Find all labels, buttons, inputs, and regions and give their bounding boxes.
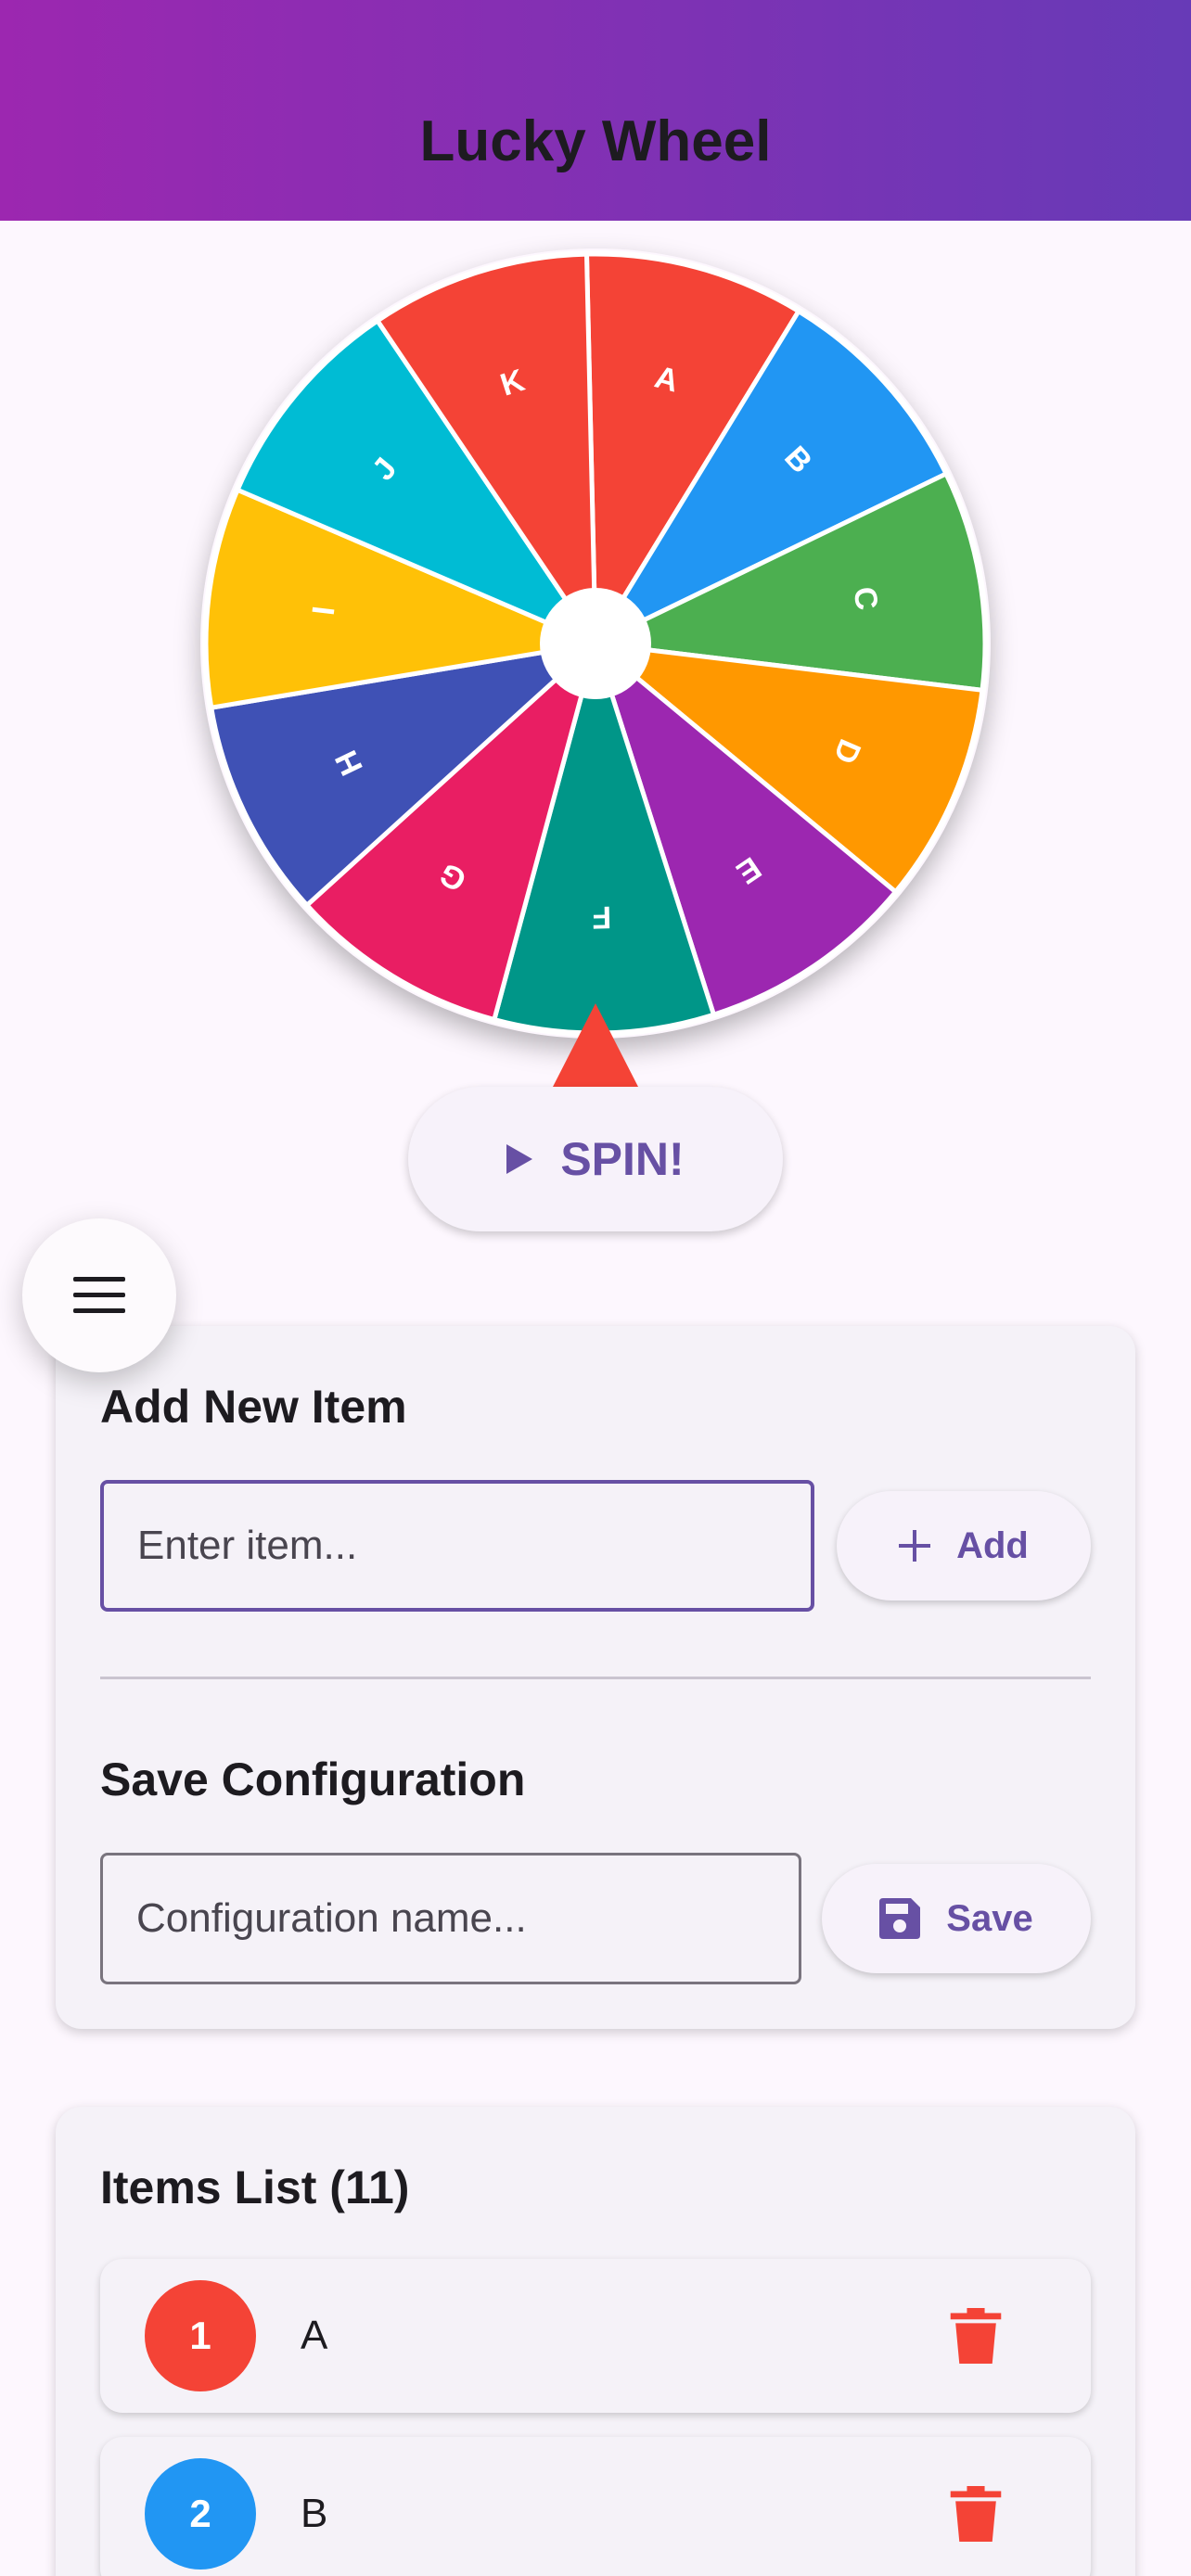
add-button-label: Add — [956, 1524, 1029, 1566]
list-item[interactable]: 2 B — [100, 2437, 1091, 2576]
trash-icon[interactable] — [950, 2486, 1002, 2542]
menu-button[interactable] — [22, 1218, 176, 1372]
config-name-placeholder: Configuration name... — [136, 1895, 527, 1941]
section-divider — [100, 1677, 1091, 1679]
menu-icon — [73, 1277, 125, 1313]
wheel-pointer — [553, 1003, 638, 1087]
wheel-segment-label: F — [592, 899, 612, 935]
save-button[interactable]: Save — [822, 1864, 1091, 1973]
item-number-badge: 1 — [145, 2280, 256, 2391]
app-bar: Lucky Wheel — [0, 0, 1191, 221]
wheel-hub — [540, 588, 651, 699]
item-name: B — [301, 2491, 328, 2536]
trash-icon[interactable] — [950, 2308, 1002, 2364]
wheel-graphic: ABCDEFGHIJK — [202, 250, 989, 1037]
prize-wheel[interactable]: ABCDEFGHIJK — [200, 249, 991, 1039]
add-button[interactable]: Add — [837, 1491, 1091, 1600]
item-config-card: Add New Item Enter item... Add Save Conf… — [56, 1326, 1135, 2029]
items-list-title: Items List (11) — [100, 2162, 410, 2213]
item-name: A — [301, 2313, 328, 2358]
plus-icon — [899, 1530, 931, 1562]
save-button-label: Save — [946, 1897, 1033, 1939]
item-number-badge: 2 — [145, 2458, 256, 2570]
list-item[interactable]: 1 A — [100, 2259, 1091, 2413]
spin-button-label: SPIN! — [560, 1133, 685, 1185]
app-title: Lucky Wheel — [419, 109, 772, 173]
save-config-title: Save Configuration — [100, 1753, 526, 1805]
add-item-title: Add New Item — [100, 1381, 407, 1433]
new-item-input[interactable]: Enter item... — [100, 1480, 814, 1612]
config-name-input[interactable]: Configuration name... — [100, 1853, 801, 1984]
items-list-card: Items List (11) 1 A 2 B — [56, 2107, 1135, 2576]
spin-button[interactable]: SPIN! — [408, 1087, 783, 1231]
play-icon — [506, 1144, 533, 1174]
save-icon — [879, 1898, 921, 1939]
new-item-placeholder: Enter item... — [137, 1523, 358, 1568]
